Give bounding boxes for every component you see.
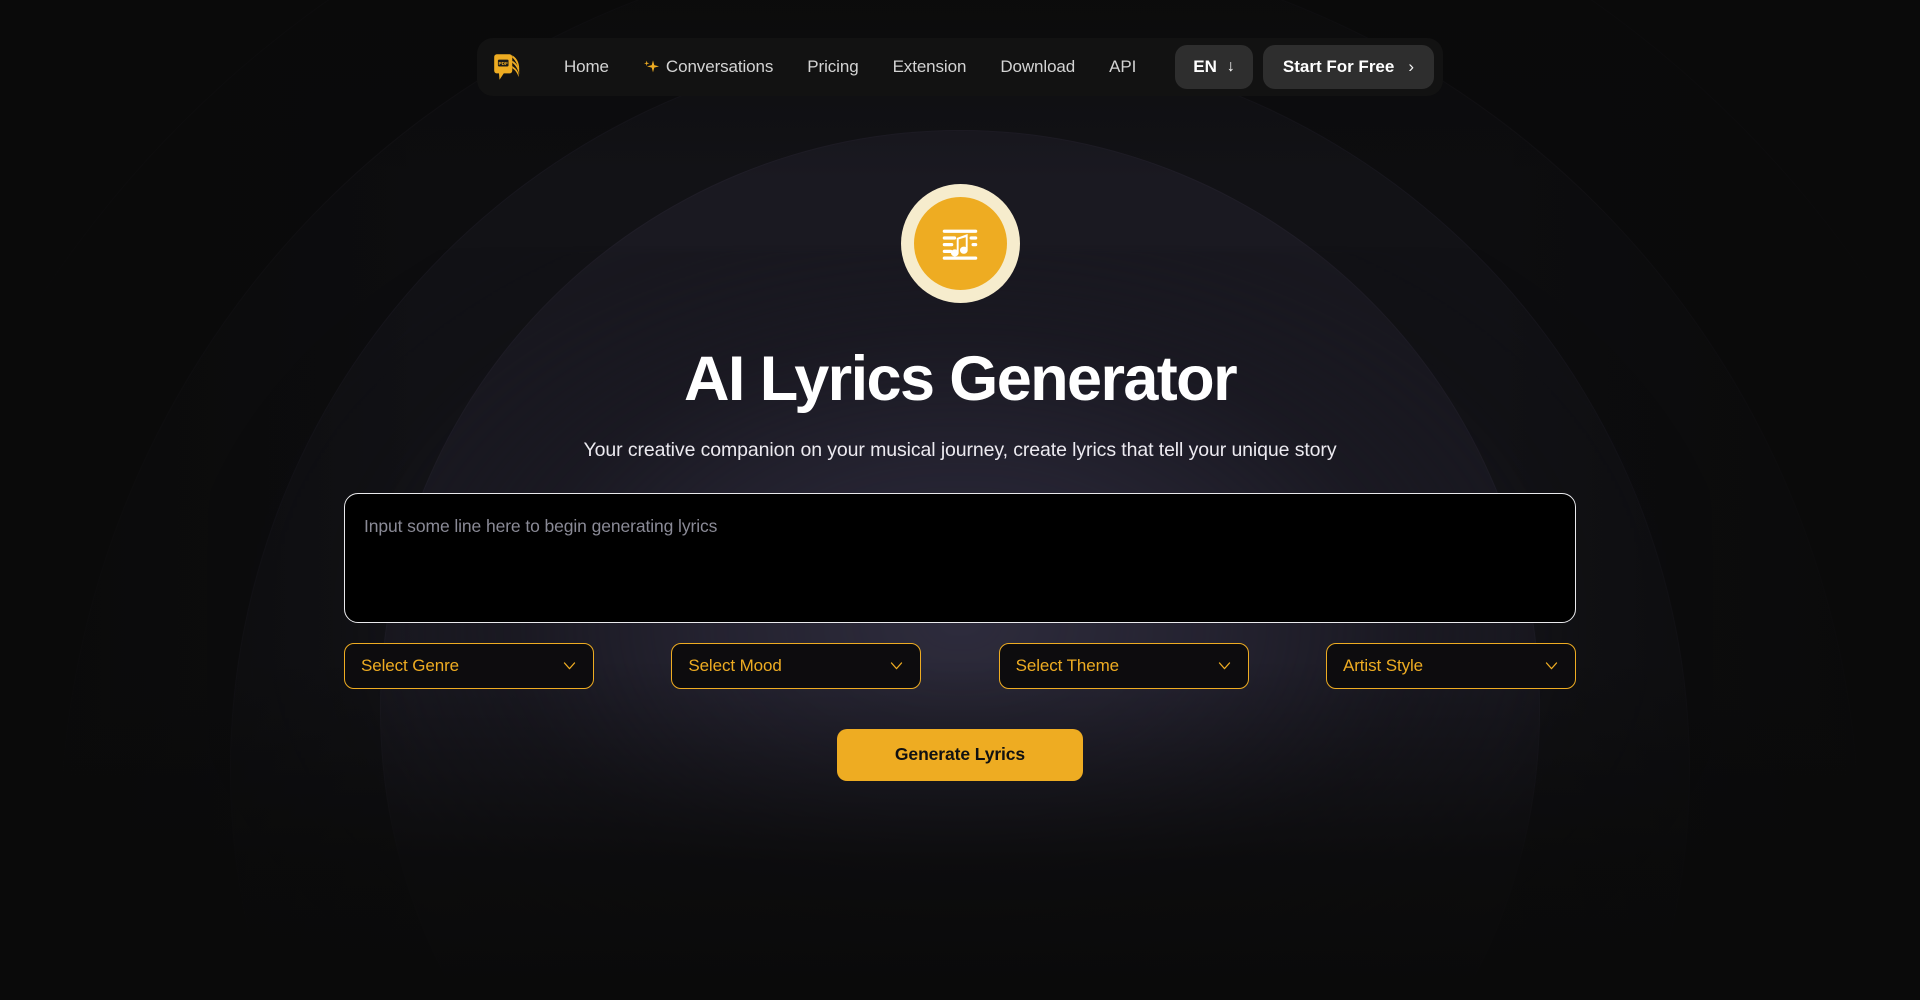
- music-sheet-note-icon: [942, 229, 978, 260]
- language-label: EN: [1193, 57, 1217, 76]
- page-subtitle: Your creative companion on your musical …: [583, 439, 1337, 461]
- select-genre[interactable]: Select Genre: [344, 642, 594, 689]
- nav-link-label: Pricing: [807, 57, 859, 76]
- language-selector-button[interactable]: EN ↓: [1175, 45, 1253, 89]
- select-mood[interactable]: Select Mood: [671, 642, 922, 689]
- arrow-down-icon: ↓: [1226, 58, 1235, 75]
- filter-select-row: Select Genre Select Mood Select Theme Ar…: [344, 642, 1576, 689]
- chevron-down-icon: [891, 662, 903, 670]
- svg-text:PDF: PDF: [498, 61, 508, 67]
- nav-link-label: Extension: [892, 57, 967, 76]
- sparkle-icon: [643, 60, 659, 73]
- generate-lyrics-button[interactable]: Generate Lyrics: [837, 728, 1083, 781]
- nav-link-label: API: [1109, 57, 1137, 76]
- hero-icon-ring: [900, 184, 1020, 303]
- select-theme[interactable]: Select Theme: [998, 642, 1249, 689]
- nav-link-api[interactable]: API: [1092, 57, 1153, 77]
- cta-label: Start For Free: [1282, 57, 1395, 76]
- select-artist-style[interactable]: Artist Style: [1325, 642, 1576, 689]
- hero-section: AI Lyrics Generator Your creative compan…: [0, 0, 1920, 1000]
- nav-links: Home Conversations Pricing Extension Dow…: [547, 57, 1153, 77]
- navigation-bar-wrapper: PDF Home Conversations Pricing Extension: [0, 38, 1920, 96]
- nav-link-extension[interactable]: Extension: [876, 57, 984, 77]
- select-mood-label: Select Mood: [688, 655, 782, 675]
- start-for-free-button[interactable]: Start For Free ›: [1262, 45, 1435, 89]
- chevron-right-icon: ›: [1408, 57, 1415, 76]
- select-theme-label: Select Theme: [1015, 655, 1120, 675]
- hero-icon-disc: [913, 197, 1007, 290]
- nav-link-home[interactable]: Home: [547, 57, 626, 77]
- select-genre-label: Select Genre: [361, 655, 460, 675]
- page-title: AI Lyrics Generator: [684, 344, 1238, 414]
- nav-link-pricing[interactable]: Pricing: [790, 57, 875, 77]
- chevron-down-icon: [1545, 662, 1558, 670]
- nav-link-label: Download: [1000, 57, 1076, 76]
- nav-link-label: Conversations: [665, 57, 774, 76]
- navigation-bar: PDF Home Conversations Pricing Extension: [476, 38, 1444, 96]
- chevron-down-icon: [1218, 662, 1230, 670]
- nav-link-download[interactable]: Download: [983, 57, 1092, 77]
- pdf-chat-wing-logo-icon[interactable]: PDF: [491, 50, 525, 84]
- select-artist-style-label: Artist Style: [1342, 655, 1424, 675]
- lyrics-input[interactable]: [344, 492, 1576, 623]
- nav-link-conversations[interactable]: Conversations: [626, 57, 790, 77]
- nav-link-label: Home: [563, 57, 609, 76]
- chevron-down-icon: [563, 662, 576, 670]
